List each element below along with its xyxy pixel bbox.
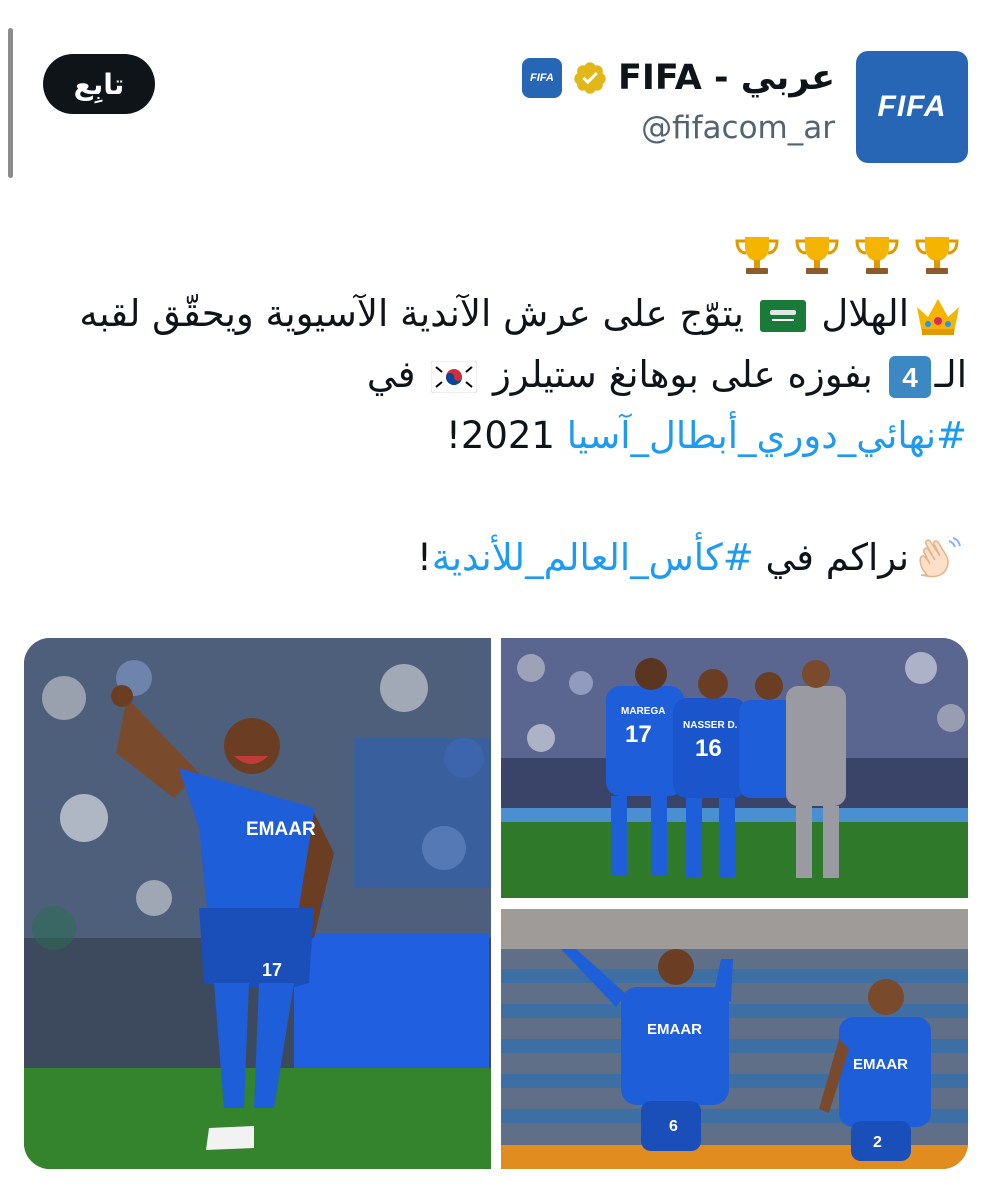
media-grid: EMAAR 17 MAREGA 17 NASSER D. 16 EMAAR 6 … (24, 638, 968, 1169)
trophy-icon (735, 236, 779, 274)
trophy-icon (795, 236, 839, 274)
shorts-number-text: 2 (873, 1134, 882, 1151)
tweet-line-3: #نهائي_دوري_أبطال_آسيا 2021! (445, 414, 967, 457)
profile-avatar[interactable]: FIFA (856, 51, 968, 163)
tweet-line-2: الـ 4 بفوزه على بوهانغ ستيلرز في (366, 353, 967, 398)
avatar-logo-text: FIFA (877, 90, 947, 123)
tweet-line-5: نراكم في #كأس_العالم_للأندية! (20, 527, 967, 588)
scrollbar[interactable] (8, 28, 13, 178)
affiliate-badge-icon[interactable]: FIFA (521, 58, 562, 98)
jersey-sponsor-text: EMAAR (246, 819, 316, 840)
photo-team-huddle[interactable]: MAREGA 17 NASSER D. 16 (501, 638, 968, 898)
hashtag-acl-final-link[interactable]: #نهائي_دوري_أبطال_آسيا (567, 414, 967, 457)
south-korea-flag-icon (431, 360, 478, 393)
user-handle[interactable]: @fifacom_ar (641, 110, 835, 146)
saudi-flag-icon (759, 299, 806, 332)
waving-hand-icon (919, 536, 961, 577)
trophy-icon (855, 236, 899, 274)
name-row: FIFA FIFA - عربي (521, 58, 835, 98)
hashtag-club-world-cup-link[interactable]: #كأس_العالم_للأندية (432, 536, 754, 579)
jersey-number-text: 16 (695, 735, 722, 762)
jersey-number-text: 17 (625, 721, 652, 748)
keycap-four-icon: 4 (888, 355, 931, 398)
jersey-name-text: MAREGA (621, 706, 665, 717)
trophy-icon (915, 236, 959, 274)
tweet-text: الهلال يتوّج على عرش الآندية الآسيوية وي… (20, 222, 967, 588)
trophies-line (20, 222, 967, 283)
jersey-name-text: NASSER D. (683, 720, 738, 731)
jersey-sponsor-text: EMAAR (647, 1021, 702, 1038)
shorts-number-text: 17 (262, 960, 282, 980)
verified-badge-icon (574, 62, 606, 94)
photo-players-running[interactable]: EMAAR 6 EMAAR 2 (501, 909, 968, 1169)
tweet-line-1: الهلال يتوّج على عرش الآندية الآسيوية وي… (20, 283, 967, 344)
display-name[interactable]: FIFA - عربي (618, 58, 835, 98)
shorts-number-text: 6 (669, 1118, 678, 1135)
follow-button[interactable]: تابِع (43, 54, 155, 114)
crown-icon (917, 298, 959, 335)
svg-text:4: 4 (902, 362, 918, 393)
photo-player-celebrating[interactable]: EMAAR 17 (24, 638, 491, 1169)
jersey-sponsor-text: EMAAR (853, 1056, 908, 1073)
